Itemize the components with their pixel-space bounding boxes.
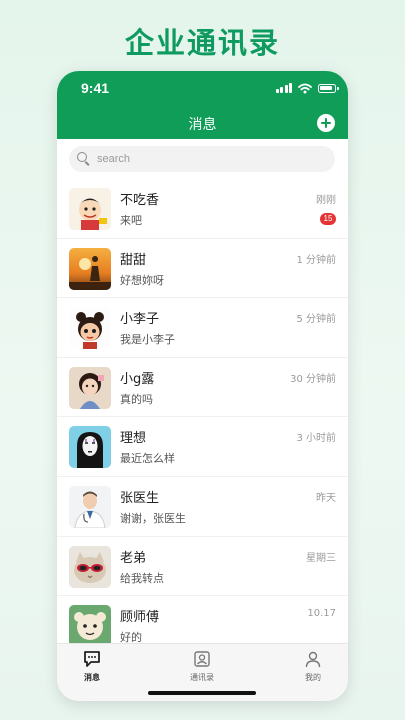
phone-screen: 9:41 消息 search 不吃香 来吧 刚刚 15 甜甜 好想妳呀 1 分钟… — [57, 71, 348, 701]
conversation-item[interactable]: 小李子 我是小李子 5 分钟前 — [57, 298, 348, 358]
tab-bar: 消息 通讯录 我的 — [57, 643, 348, 701]
message-time: 星期三 — [306, 552, 336, 564]
last-message: 好想妳呀 — [120, 273, 164, 287]
last-message: 我是小李子 — [120, 333, 175, 347]
last-message: 最近怎么样 — [120, 452, 175, 466]
conversation-item[interactable]: 甜甜 好想妳呀 1 分钟前 — [57, 238, 348, 299]
avatar-cartoon-girl — [69, 307, 111, 350]
battery-icon — [318, 83, 339, 93]
message-time: 3 小时前 — [296, 433, 336, 445]
message-time: 刚刚 — [316, 195, 336, 206]
home-indicator — [148, 691, 256, 695]
contact-name: 不吃香 — [120, 193, 160, 208]
contact-name: 理想 — [120, 431, 147, 447]
conversation-item[interactable]: 不吃香 来吧 刚刚 15 — [57, 179, 348, 239]
wifi-icon — [298, 83, 312, 93]
contact-name: 小g露 — [120, 371, 155, 387]
promo-headline: 企业通讯录 — [124, 26, 280, 60]
top-bar: 9:41 消息 — [57, 71, 348, 139]
status-icons — [275, 82, 339, 94]
message-time: 5 分钟前 — [296, 314, 336, 326]
avatar-sunset-silhouette — [69, 247, 111, 290]
last-message: 来吧 — [120, 214, 142, 227]
contact-name: 顾师傅 — [120, 610, 160, 626]
avatar-girl-photo — [69, 366, 111, 409]
conversation-item[interactable]: 老弟 给我转点 星期三 — [57, 536, 348, 597]
person-icon — [305, 651, 321, 668]
last-message: 给我转点 — [120, 571, 164, 585]
contact-name: 张医生 — [120, 490, 160, 506]
tab-label: 我的 — [305, 673, 321, 682]
avatar-cat-sunglasses — [69, 545, 111, 588]
message-time: 10.17 — [307, 608, 336, 620]
last-message: 真的吗 — [120, 392, 153, 406]
message-time: 1 分钟前 — [296, 254, 336, 266]
add-button[interactable] — [317, 114, 335, 132]
conversation-item[interactable]: 张医生 谢谢，张医生 昨天 — [57, 476, 348, 537]
contacts-icon — [194, 651, 210, 667]
conversation-list: 不吃香 来吧 刚刚 15 甜甜 好想妳呀 1 分钟前 小李子 我是小李子 5 分… — [57, 179, 348, 656]
message-time: 30 分钟前 — [290, 373, 336, 385]
avatar-no-face-spirit — [69, 426, 111, 469]
nav-title: 消息 — [188, 117, 217, 133]
avatar-doctor — [69, 485, 111, 528]
tab-contacts[interactable]: 通讯录 — [172, 650, 232, 683]
status-time: 9:41 — [81, 80, 110, 96]
tab-label: 消息 — [84, 673, 100, 682]
search-box[interactable] — [69, 146, 335, 172]
tab-messages[interactable]: 消息 — [62, 650, 122, 683]
message-time: 昨天 — [316, 492, 336, 504]
avatar-green-cartoon — [69, 605, 111, 648]
conversation-item[interactable]: 小g露 真的吗 30 分钟前 — [57, 357, 348, 418]
search-icon — [77, 152, 91, 166]
conversation-item[interactable]: 理想 最近怎么样 3 小时前 — [57, 417, 348, 477]
signal-icon — [275, 83, 292, 93]
contact-name: 甜甜 — [120, 252, 147, 268]
contact-name: 老弟 — [120, 550, 147, 566]
unread-badge: 15 — [320, 213, 336, 225]
tab-me[interactable]: 我的 — [283, 650, 343, 683]
avatar-cartoon-boy — [69, 188, 111, 230]
contact-name: 小李子 — [120, 312, 160, 328]
chat-bubble-icon — [84, 651, 100, 667]
search-bar — [57, 139, 348, 179]
search-input[interactable] — [97, 153, 297, 165]
last-message: 谢谢，张医生 — [120, 511, 186, 525]
tab-label: 通讯录 — [190, 673, 214, 682]
